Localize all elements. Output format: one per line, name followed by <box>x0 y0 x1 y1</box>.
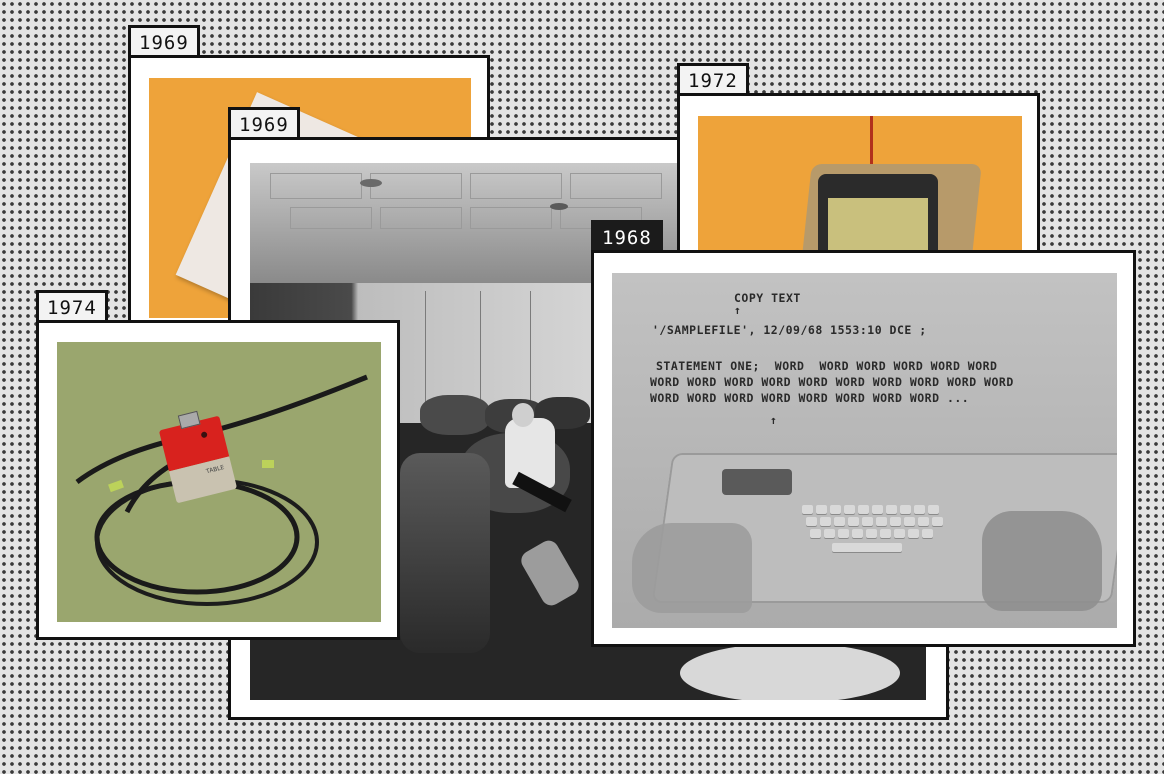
screen-word-line-2: WORD WORD WORD WORD WORD WORD WORD WORD … <box>650 391 970 405</box>
photo-card-mouse: TABLE <box>36 320 400 640</box>
photo-card-alto <box>677 93 1040 256</box>
nls-keyboard <box>802 505 952 557</box>
beanbag <box>420 395 490 435</box>
photo-card-nls: COPY TEXT ↑ '/SAMPLEFILE', 12/09/68 1553… <box>591 250 1136 647</box>
year-tag-alto: 1972 <box>677 63 749 93</box>
screen-statement-line: STATEMENT ONE; WORD WORD WORD WORD WORD … <box>656 359 998 373</box>
screen-pointer: ↑ <box>770 413 778 427</box>
nls-keyset <box>722 469 792 495</box>
right-hand <box>982 511 1102 611</box>
screen-caret: ↑ <box>734 303 742 317</box>
year-tag-mouse: 1974 <box>36 290 108 320</box>
nls-photo: COPY TEXT ↑ '/SAMPLEFILE', 12/09/68 1553… <box>612 273 1117 628</box>
mouse-photo: TABLE <box>57 342 381 622</box>
screen-file-line: '/SAMPLEFILE', 12/09/68 1553:10 DCE ; <box>652 323 927 337</box>
left-hand <box>632 523 752 613</box>
year-tag-tablet: 1969 <box>128 25 200 55</box>
year-tag-nls: 1968 <box>591 220 663 250</box>
group-of-people <box>400 453 490 653</box>
screen-title: COPY TEXT <box>734 291 801 305</box>
screen-word-line-1: WORD WORD WORD WORD WORD WORD WORD WORD … <box>650 375 1014 389</box>
alto-photo <box>698 116 1022 256</box>
beanbag-foreground <box>680 643 900 700</box>
year-tag-room: 1969 <box>228 107 300 137</box>
